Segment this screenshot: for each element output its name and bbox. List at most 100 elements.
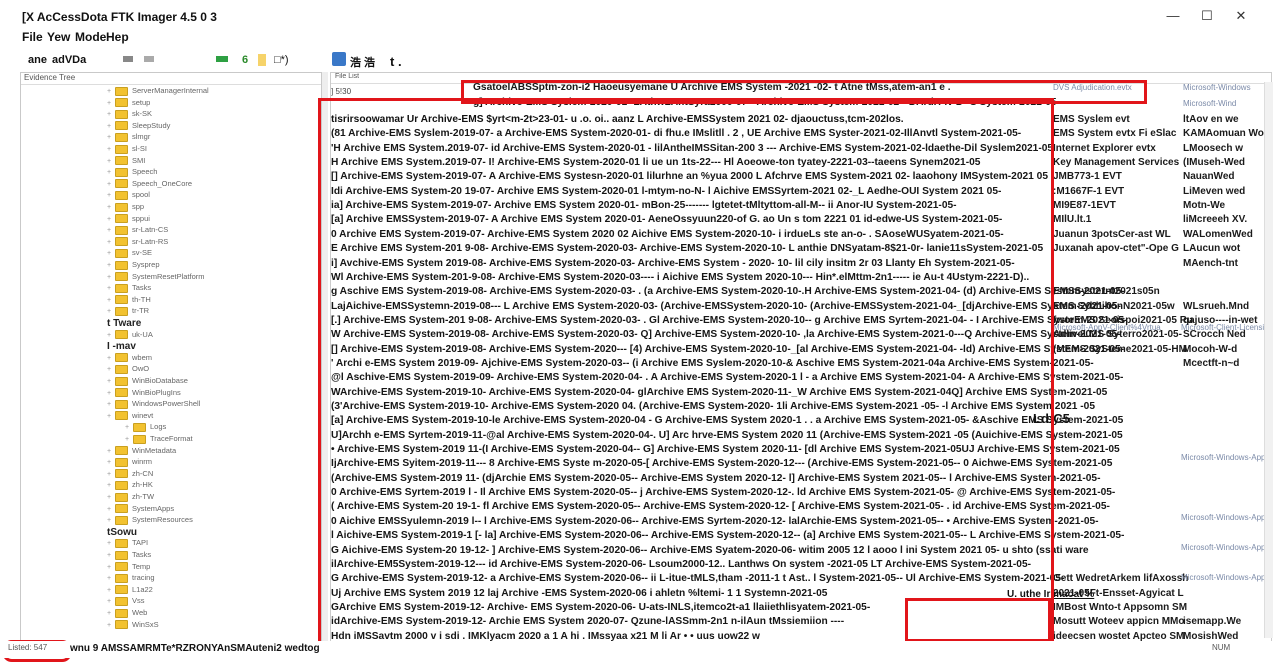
tree-item[interactable]: + Speech	[107, 167, 157, 178]
toolbar-icon-2[interactable]	[144, 56, 154, 62]
toolbar-text-a[interactable]: ane	[28, 54, 47, 66]
file-row[interactable]: [] Archive-EMS System-2019-08- Archive-E…	[331, 344, 1124, 357]
tree-item[interactable]: t Tware	[107, 318, 141, 329]
tree-item[interactable]: + sk-SK	[107, 109, 152, 120]
far-right-item[interactable]: Mcectft-n~d	[1183, 358, 1239, 369]
far-right-item[interactable]: liMcreeeh XV.	[1183, 214, 1247, 225]
expand-icon[interactable]: +	[107, 494, 113, 501]
tree-item[interactable]: + Logs	[125, 422, 166, 433]
expand-icon[interactable]: +	[107, 216, 113, 223]
gray-file-item[interactable]: Microsoft-Wind	[1183, 99, 1236, 108]
tree-item[interactable]: + WinMetadata	[107, 446, 176, 457]
file-row[interactable]: idArchive-EMS System-2019-12- Archie EMS…	[331, 616, 844, 629]
gray-file-item[interactable]: Microsoft-Windows	[1183, 83, 1251, 92]
far-right-item[interactable]: LiMeven wed	[1183, 186, 1245, 197]
right-column-item[interactable]: EMS SybhihonN2021-05w	[1053, 301, 1175, 312]
tree-item[interactable]: + Web	[107, 608, 147, 619]
expand-icon[interactable]: +	[107, 587, 113, 594]
expand-icon[interactable]: +	[107, 134, 113, 141]
expand-icon[interactable]: +	[107, 250, 113, 257]
menu-file[interactable]: File	[22, 30, 43, 44]
expand-icon[interactable]: +	[125, 424, 131, 431]
tree-item[interactable]: + winrm	[107, 457, 152, 468]
expand-icon[interactable]: +	[107, 308, 113, 315]
tree-item[interactable]: + SystemResetPlatform	[107, 272, 205, 283]
right-column-item[interactable]: (MEMS SySteme2021-05-HM	[1053, 344, 1187, 355]
expand-icon[interactable]: +	[107, 540, 113, 547]
tree-item[interactable]: + zh-TW	[107, 492, 154, 503]
expand-icon[interactable]: +	[107, 274, 113, 281]
far-right-item[interactable]: (IMuseh-Wed	[1183, 157, 1245, 168]
menu-mode[interactable]: Mode	[75, 30, 106, 44]
far-right-item[interactable]: Mocoh-W-d	[1183, 344, 1237, 355]
expand-icon[interactable]: +	[107, 378, 113, 385]
file-row[interactable]: Idi Archive-EMS System-20 19-07- Archive…	[331, 186, 1001, 199]
file-row[interactable]: 'H Archive EMS System.2019-07- id Archiv…	[331, 143, 1053, 156]
expand-icon[interactable]: +	[107, 598, 113, 605]
expand-icon[interactable]: +	[107, 239, 113, 246]
expand-icon[interactable]: +	[107, 564, 113, 571]
right-column-item[interactable]: EMS System evtx Fi eSlac	[1053, 128, 1176, 139]
maximize-button[interactable]: ☐	[1192, 8, 1222, 26]
right-column-item[interactable]: :M1667F-1 EVT	[1053, 186, 1124, 197]
file-row[interactable]: i] Avchive-EMS System 2019-08- Archive-E…	[331, 258, 1015, 271]
file-row[interactable]: l Aichive-EMS System-2019-1 [- la] Archi…	[331, 530, 1124, 543]
tree-item[interactable]: + Tasks	[107, 283, 151, 294]
expand-icon[interactable]: +	[107, 459, 113, 466]
tree-item[interactable]: + Speech_OneCore	[107, 179, 192, 190]
tree-item[interactable]: + winevt	[107, 411, 153, 422]
right-column-item[interactable]: ideecsen wostet Apcteo SM	[1053, 631, 1184, 642]
expand-icon[interactable]: +	[107, 413, 113, 420]
file-row[interactable]: GArchive EMS System-2019-12- Archive- EM…	[331, 602, 870, 615]
right-column-item[interactable]: MIlU.lt.1	[1053, 214, 1091, 225]
expand-icon[interactable]: +	[107, 297, 113, 304]
tree-item[interactable]: tSowu	[107, 527, 137, 538]
file-row[interactable]: ' Archi e-EMS System 2019-09- Ajchive-EM…	[331, 358, 1094, 371]
file-row[interactable]: G Aichive-EMS System-20 19-12- ] Archive…	[331, 545, 1089, 558]
expand-icon[interactable]: +	[107, 622, 113, 629]
file-row[interactable]: WArchive-EMS System-2019-10- Archive-EMS…	[331, 387, 1107, 400]
menu-help[interactable]: Hep	[106, 30, 129, 44]
menu-view[interactable]: Yew	[47, 30, 70, 44]
toolbar-text-b[interactable]: adVDa	[52, 54, 86, 66]
tree-item[interactable]: + Tasks	[107, 550, 151, 561]
expand-icon[interactable]: +	[107, 262, 113, 269]
tree-item[interactable]: + OwO	[107, 364, 149, 375]
toolbar-text-e[interactable]: 浩 浩	[350, 54, 375, 70]
toolbar-note-icon[interactable]	[258, 54, 266, 66]
expand-icon[interactable]: +	[107, 227, 113, 234]
right-column-item[interactable]: MI9E87-1EVT	[1053, 200, 1116, 211]
file-row[interactable]: (Archive-EMS System-2019 11- (djArchie E…	[331, 473, 1100, 486]
file-list-scrollbar[interactable]	[1264, 82, 1273, 638]
expand-icon[interactable]: +	[107, 146, 113, 153]
expand-icon[interactable]: +	[107, 448, 113, 455]
right-column-item[interactable]: Juanun 3potsCer-ast WL	[1053, 229, 1171, 240]
tree-item[interactable]: + TraceFormat	[125, 434, 193, 445]
toolbar-text-d[interactable]: □*)	[274, 54, 289, 66]
tree-item[interactable]: + sl-SI	[107, 144, 147, 155]
file-row[interactable]: [.] Archive-EMS System-201 9-08- Archive…	[331, 315, 1127, 328]
far-right-item[interactable]: KAMAomuan Wod	[1183, 128, 1270, 139]
far-right-item[interactable]: WLsrueh.Mnd	[1183, 301, 1249, 312]
expand-icon[interactable]: +	[107, 390, 113, 397]
tree-item[interactable]: + WinBioPlugIns	[107, 388, 181, 399]
far-right-item[interactable]: LMoosech w	[1183, 143, 1243, 154]
file-row[interactable]: (3'Archive-EMS System-2019-10- Archive-E…	[331, 401, 1095, 414]
tree-item[interactable]: + sr-Latn-CS	[107, 225, 168, 236]
gray-file-item[interactable]: DVS Adjudication.evtx	[1053, 83, 1132, 92]
tree-item[interactable]: I -mav	[107, 341, 136, 352]
right-column-item[interactable]: EMSSysternt2021s05n	[1053, 286, 1160, 297]
expand-icon[interactable]: +	[107, 506, 113, 513]
panel-splitter[interactable]	[322, 72, 328, 650]
tree-item[interactable]: + sppui	[107, 214, 150, 225]
tree-item[interactable]: + tracing	[107, 573, 155, 584]
expand-icon[interactable]: +	[107, 332, 113, 339]
tree-item[interactable]: + sr-Latn-RS	[107, 237, 168, 248]
expand-icon[interactable]: +	[107, 366, 113, 373]
file-row[interactable]: g] Archive-EMS Syslem-2020-01- LAthwLAnt…	[473, 97, 1060, 110]
expand-icon[interactable]: +	[107, 111, 113, 118]
tree-item[interactable]: + WinSxS	[107, 620, 159, 631]
tree-item[interactable]: + th-TH	[107, 295, 151, 306]
minimize-button[interactable]: —	[1158, 8, 1188, 26]
gray-file-item[interactable]: Microsoft-Client-Licensing-Pl	[1181, 323, 1271, 332]
